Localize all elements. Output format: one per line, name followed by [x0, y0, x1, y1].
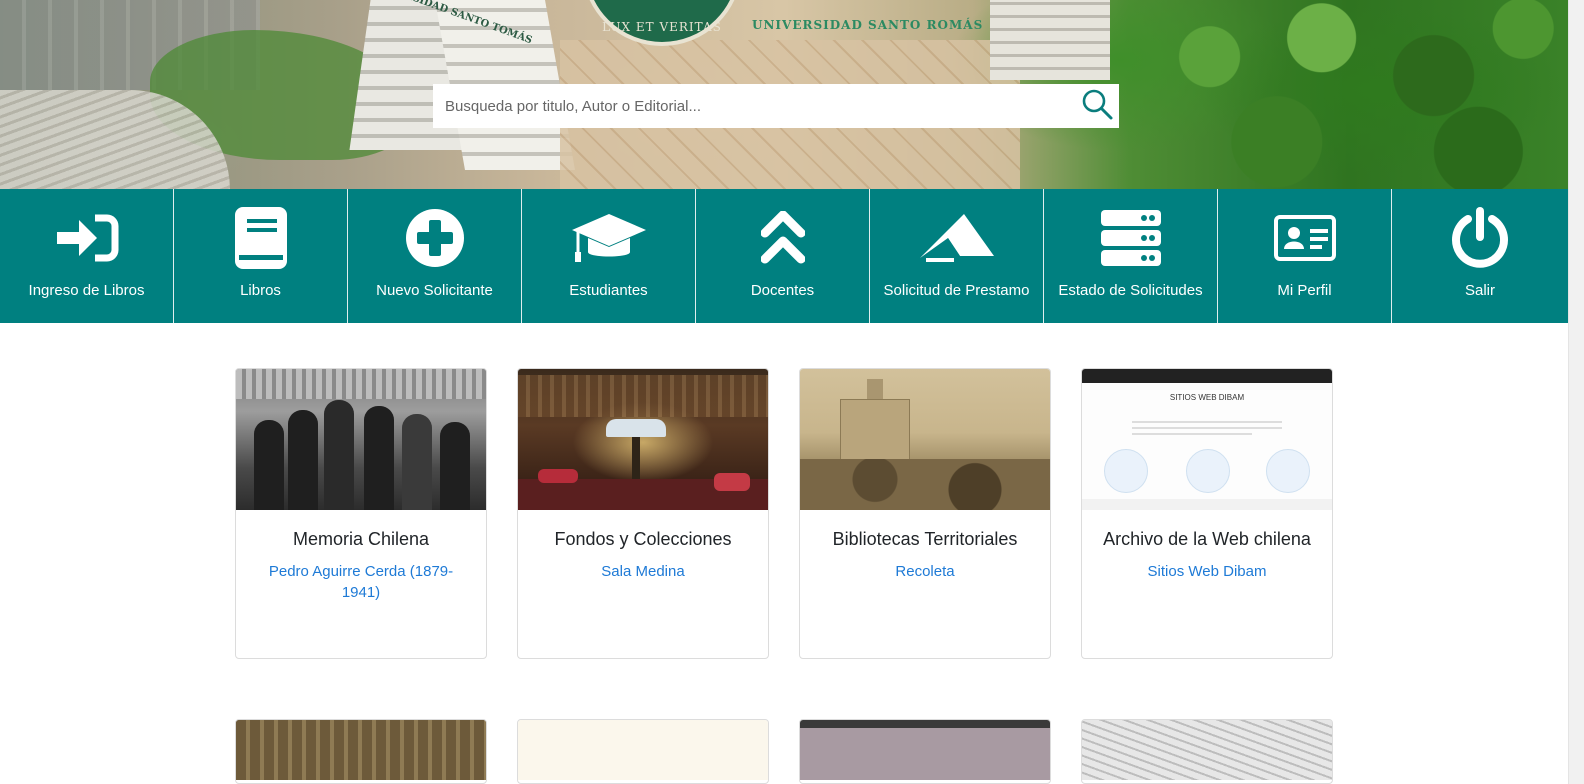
card	[517, 719, 769, 784]
building-image	[990, 0, 1110, 80]
nav-label: Solicitud de Prestamo	[883, 282, 1030, 299]
nav-label: Estudiantes	[569, 282, 648, 299]
card	[235, 719, 487, 784]
card-link[interactable]: Pedro Aguirre Cerda (1879-1941)	[236, 561, 486, 603]
search-bar	[433, 84, 1119, 128]
card-image	[236, 369, 486, 510]
card-bibliotecas-territoriales: Bibliotecas Territoriales Recoleta	[799, 368, 1051, 659]
card-title: Memoria Chilena	[292, 529, 430, 549]
card-title: Bibliotecas Territoriales	[832, 529, 1018, 549]
card-image	[1082, 720, 1332, 780]
vertical-scrollbar[interactable]	[1568, 0, 1584, 784]
sign-in-icon	[55, 203, 119, 273]
card-memoria-chilena: Memoria Chilena Pedro Aguirre Cerda (187…	[235, 368, 487, 659]
search-icon	[1080, 87, 1114, 125]
university-name: UNIVERSIDAD SANTO ROMÁS	[752, 18, 984, 32]
search-button[interactable]	[1075, 84, 1119, 128]
card-link[interactable]: Recoleta	[800, 561, 1050, 582]
nav-item-estudiantes[interactable]: Estudiantes	[522, 189, 696, 323]
card-image	[800, 720, 1050, 780]
card-archivo-web-chilena: SITIOS WEB DIBAM Archivo de la Web chile…	[1081, 368, 1333, 659]
card-link[interactable]: Sitios Web Dibam	[1082, 561, 1332, 582]
nav-item-libros[interactable]: Libros	[174, 189, 348, 323]
power-icon	[1450, 203, 1510, 273]
nav-label: Libros	[240, 282, 281, 299]
nav-item-nuevo-solicitante[interactable]: Nuevo Solicitante	[348, 189, 522, 323]
card	[799, 719, 1051, 784]
nav-label: Ingreso de Libros	[28, 282, 145, 299]
nav-label: Salir	[1464, 282, 1495, 299]
card	[1081, 719, 1333, 784]
card-image	[236, 720, 486, 780]
nav-item-mi-perfil[interactable]: Mi Perfil	[1218, 189, 1392, 323]
nav-item-ingreso-de-libros[interactable]: Ingreso de Libros	[0, 189, 174, 323]
card-fondos-y-colecciones: Fondos y Colecciones Sala Medina	[517, 368, 769, 659]
double-chevron-up-icon	[760, 203, 805, 273]
nav-label: Docentes	[750, 282, 815, 299]
nav-label: Mi Perfil	[1277, 282, 1332, 299]
search-input[interactable]	[433, 84, 1075, 128]
trees-image	[1120, 0, 1568, 189]
card-link[interactable]: Sala Medina	[518, 561, 768, 582]
seal-motto: LUX ET VERITAS	[602, 20, 722, 34]
card-image	[800, 369, 1050, 510]
book-icon	[233, 203, 289, 273]
id-card-icon	[1273, 203, 1336, 273]
card-title: Fondos y Colecciones	[554, 529, 732, 549]
nav-label: Nuevo Solicitante	[376, 282, 493, 299]
card-image: SITIOS WEB DIBAM	[1082, 369, 1332, 510]
nav-item-docentes[interactable]: Docentes	[696, 189, 870, 323]
plus-circle-icon	[405, 203, 465, 273]
paper-plane-icon	[918, 203, 996, 273]
image-heading: SITIOS WEB DIBAM	[1169, 393, 1245, 402]
nav-label: Estado de Solicitudes	[1058, 282, 1203, 299]
nav-item-salir[interactable]: Salir	[1392, 189, 1568, 323]
server-icon	[1100, 203, 1162, 273]
graduation-cap-icon	[570, 203, 648, 273]
nav-item-solicitud-de-prestamo[interactable]: Solicitud de Prestamo	[870, 189, 1044, 323]
card-title: Archivo de la Web chilena	[1103, 529, 1311, 549]
nav-item-estado-de-solicitudes[interactable]: Estado de Solicitudes	[1044, 189, 1218, 323]
main-nav: Ingreso de Libros Libros Nuevo Solicitan…	[0, 189, 1568, 323]
card-image	[518, 720, 768, 780]
card-image	[518, 369, 768, 510]
